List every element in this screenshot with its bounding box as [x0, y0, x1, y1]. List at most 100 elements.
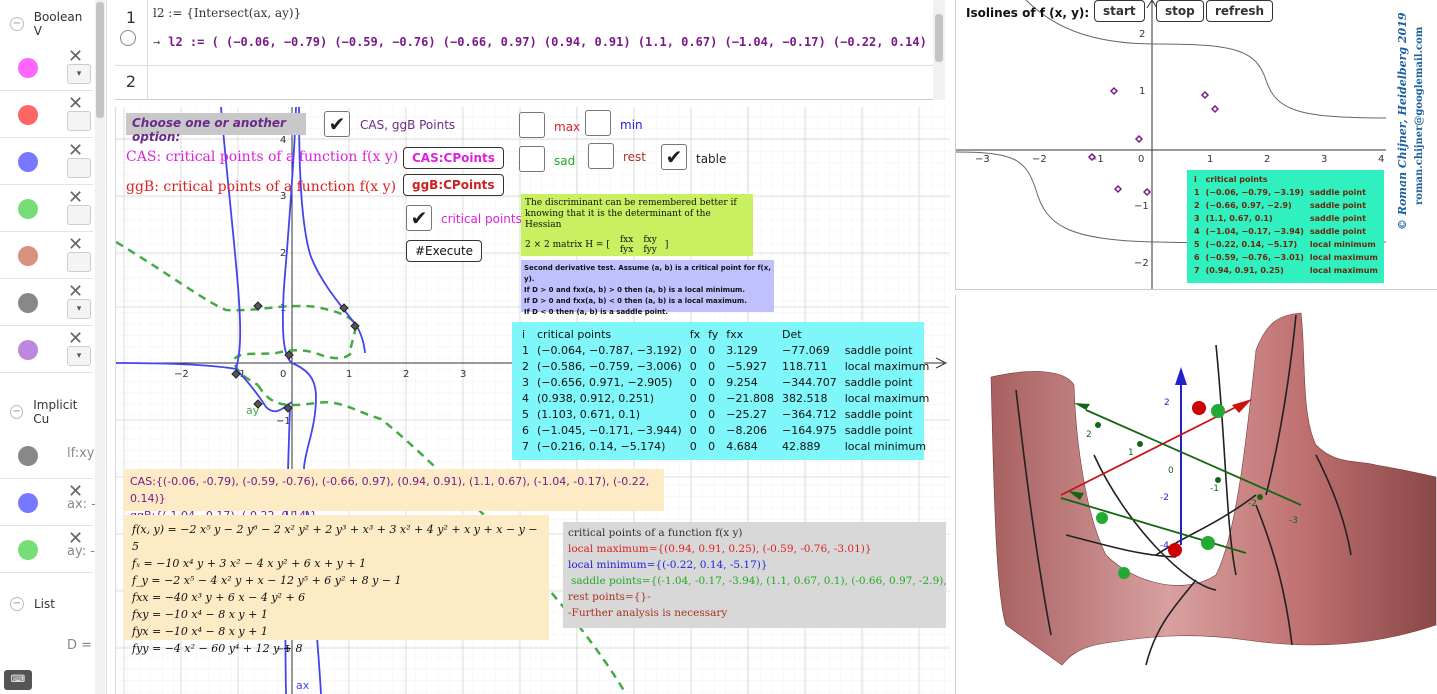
item-definition: ay: - [67, 544, 95, 559]
graphics-view-2[interactable]: −3 −2 −1 0 1 2 3 4 2 1 −1 −2 Isolines of… [955, 0, 1437, 290]
x-tick-label: −3 [975, 154, 990, 165]
category-boolean[interactable]: − Boolean V [0, 4, 93, 44]
x-tick-label: 3 [1321, 154, 1327, 165]
table-row: 3 (1.1, 0.67, 0.1) saddle point [1194, 214, 1366, 223]
table-row: 6 (−1.045, −0.171, −3.944) 0 0 −8.206 −164.97… [522, 423, 913, 437]
cas-cpoints-button[interactable]: CAS:CPoints [403, 147, 504, 169]
table-label: table [696, 152, 727, 166]
menu-icon[interactable] [67, 252, 91, 272]
critical-points-table: i critical points fx fy fxx Det 1 (−0.064, −… [512, 322, 929, 460]
cas-input-cell[interactable]: l2 := {Intersect(ax, ay)} [153, 6, 301, 20]
axis-tick-label: -3 [1289, 516, 1298, 526]
sad-checkbox[interactable] [519, 146, 545, 172]
analysis-title: critical points of a function f(x y) [568, 527, 743, 539]
cas-output-radio[interactable] [120, 30, 136, 46]
chevron-down-icon[interactable]: ▾ [67, 346, 91, 366]
ggb-critical-points-text: ggB: critical points of a function f(x y… [126, 179, 397, 195]
execute-button[interactable]: #Execute [406, 240, 483, 262]
start-button[interactable]: start [1094, 0, 1145, 22]
y-tick-label: −2 [1134, 258, 1149, 269]
formula-fxy: fxy = −10 x⁴ − 8 x y + 1 [132, 608, 268, 621]
visibility-toggle-icon[interactable] [18, 105, 38, 125]
keyboard-icon[interactable]: ⌨ [4, 670, 32, 690]
ggb-cpoints-button[interactable]: ggB:CPoints [403, 174, 504, 196]
visibility-toggle-icon[interactable] [18, 199, 38, 219]
visibility-toggle-icon[interactable] [18, 493, 38, 513]
y-tick-label: −1 [1134, 201, 1149, 212]
rest-checkbox[interactable] [588, 143, 614, 169]
axis-tick-label: 2 [1164, 398, 1170, 408]
surface-3d-canvas[interactable]: 2 1 0 -1 -2 -3 2 -2 -4 [956, 295, 1437, 694]
boolean-item[interactable]: ✕ [0, 185, 93, 232]
implicit-item[interactable]: ✕ ax: - [0, 479, 96, 526]
y-tick-label: 2 [1139, 29, 1145, 40]
cas-ggb-list-box: CAS:{(-0.06, -0.79), (-0.59, -0.76), (-0… [124, 469, 664, 522]
table-row: 6 (−0.59, −0.76, −3.01) local maximum [1194, 253, 1378, 262]
category-implicit-curve[interactable]: − Implicit Cu [0, 392, 93, 432]
visibility-toggle-icon[interactable] [18, 446, 38, 466]
menu-icon[interactable] [67, 158, 91, 178]
x-tick-label: −2 [1032, 154, 1047, 165]
visibility-toggle-icon[interactable] [18, 293, 38, 313]
collapse-icon[interactable]: − [10, 597, 24, 611]
boolean-item[interactable]: ✕ [0, 91, 93, 138]
visibility-toggle-icon[interactable] [18, 340, 38, 360]
boolean-item[interactable]: ✕ ▾ [0, 44, 93, 91]
refresh-button[interactable]: refresh [1206, 0, 1274, 22]
boolean-item[interactable]: ✕ ▾ [0, 326, 93, 373]
boolean-item[interactable]: ✕ [0, 138, 93, 185]
table-checkbox[interactable]: ✔ [661, 144, 687, 170]
collapse-icon[interactable]: − [10, 405, 24, 419]
menu-icon[interactable] [67, 111, 91, 131]
cas-output-value: l2 := ( (−0.06, −0.79) (−0.59, −0.76) (−… [168, 35, 942, 49]
axis-tick-label: -1 [1210, 484, 1219, 494]
category-label: Implicit Cu [33, 398, 78, 426]
cas-output-cell: → l2 := ( (−0.06, −0.79) (−0.59, −0.76) (… [153, 35, 941, 49]
chevron-down-icon[interactable]: ▾ [67, 299, 91, 319]
cas-ggb-points-checkbox[interactable]: ✔ [324, 111, 350, 137]
graphics-view-3d[interactable]: 2 1 0 -1 -2 -3 2 -2 -4 [955, 295, 1437, 694]
menu-icon[interactable] [67, 205, 91, 225]
table-row: 5 (1.103, 0.671, 0.1) 0 0 −25.27 −364.712 sadd… [522, 407, 913, 421]
implicit-item[interactable]: lf:xy [0, 432, 95, 479]
derivative-formulas-box: f(x, y) = −2 x⁵ y − 2 y⁶ − 2 x² y² + 2 y… [124, 515, 549, 655]
critical-points-checkbox[interactable]: ✔ [406, 205, 432, 231]
table-header-row: i critical points fx fy fxx Det [522, 327, 802, 341]
cas-view[interactable]: 1 2 l2 := {Intersect(ax, ay)} → l2 := ( (… [115, 0, 945, 100]
visibility-toggle-icon[interactable] [18, 152, 38, 172]
table-row: 3 (−0.656, 0.971, −2.905) 0 0 9.254 −344.707 s… [522, 375, 913, 389]
collapse-icon[interactable]: − [10, 17, 24, 31]
formula-fx: fₓ = −10 x⁴ y + 3 x² − 4 x y² + 6 x + y … [132, 557, 367, 570]
axis-tick-label: 0 [1168, 466, 1174, 476]
curve-label-ax: ax [296, 679, 310, 692]
geogebra-app: − Boolean V ✕ ▾ ✕ ✕ ✕ ✕ ✕ ▾ ✕ ▾ − Implic… [0, 0, 1437, 694]
list-item[interactable]: D = [0, 624, 93, 671]
algebra-scrollbar[interactable] [95, 0, 105, 694]
category-list[interactable]: − List [0, 584, 93, 624]
boolean-item[interactable]: ✕ [0, 232, 93, 279]
axis-tick-label: 1 [1128, 448, 1134, 458]
category-label: Boolean V [33, 10, 83, 38]
analysis-rest: rest points={}- [568, 591, 651, 603]
visibility-toggle-icon[interactable] [18, 540, 38, 560]
x-tick-label: 1 [1207, 154, 1213, 165]
algebra-view[interactable]: − Boolean V ✕ ▾ ✕ ✕ ✕ ✕ ✕ ▾ ✕ ▾ − Implic… [0, 0, 107, 694]
axis-tick-label: -2 [1160, 493, 1169, 503]
cas-ggb-points-label: CAS, ggB Points [360, 118, 456, 132]
min-checkbox[interactable] [585, 110, 611, 136]
graphics-view-1[interactable]: −2 −1 0 1 2 3 4 3 2 1 −1 −5 [115, 107, 950, 694]
boolean-item[interactable]: ✕ ▾ [0, 279, 93, 326]
max-checkbox[interactable] [519, 112, 545, 138]
min-label: min [620, 118, 643, 132]
curve-label-ay: ay [246, 404, 260, 417]
x-tick-label: 0 [280, 369, 286, 380]
x-tick-label: −2 [174, 369, 189, 380]
implicit-item[interactable]: ✕ ay: - [0, 526, 95, 573]
table-row: 2 (−0.586, −0.759, −3.006) 0 0 −5.927 118.711… [522, 359, 930, 373]
chevron-down-icon[interactable]: ▾ [67, 64, 91, 84]
stop-button[interactable]: stop [1156, 0, 1204, 22]
table-row: 7 (0.94, 0.91, 0.25) local maximum [1194, 266, 1378, 275]
cas-scrollbar[interactable] [933, 0, 945, 100]
visibility-toggle-icon[interactable] [18, 58, 38, 78]
visibility-toggle-icon[interactable] [18, 246, 38, 266]
